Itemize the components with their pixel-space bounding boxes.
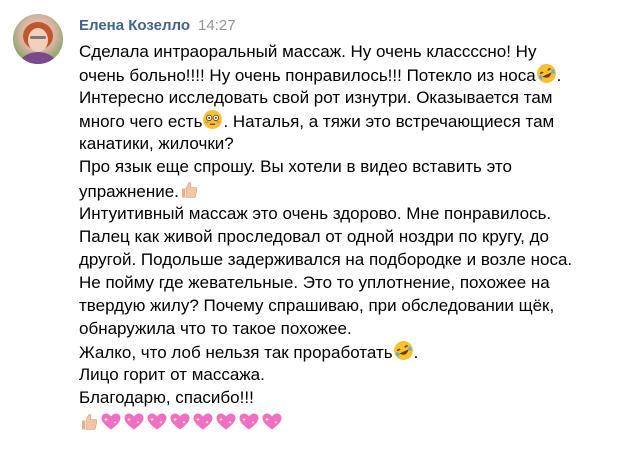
author-name[interactable]: Елена Козелло — [79, 17, 190, 34]
avatar[interactable] — [13, 14, 63, 64]
message-line: канатики, жилочки? — [79, 132, 609, 155]
message-line: много чего есть . Наталья, а тяжи это вс… — [79, 109, 609, 132]
message-line: обнаружила что то такое похожее. — [79, 317, 609, 340]
sparkling-heart-emoji — [100, 411, 122, 432]
message-line-text: очень больно!!!! Ну очень понравилось!!!… — [79, 66, 536, 86]
message-line-text: Интуитивный массаж это очень здорово. Мн… — [79, 203, 552, 223]
message-line-text: много чего есть — [79, 112, 203, 132]
message-line: другой. Подольше задерживался на подборо… — [79, 248, 609, 271]
message-line: очень больно!!!! Ну очень понравилось!!!… — [79, 63, 609, 86]
rolling-on-floor-laughing-emoji — [393, 340, 414, 361]
sparkling-heart-emoji — [123, 411, 145, 432]
message-line-text: . Наталья, а тяжи это встречающиеся там — [223, 112, 555, 132]
message-line: Жалко, что лоб нельзя так проработать . — [79, 340, 609, 363]
post-header: Елена Козелло 14:27 — [79, 16, 236, 36]
message-line-text: Благодарю, спасибо!!! — [79, 388, 254, 408]
message-line: упражнение. — [79, 179, 609, 202]
message-line-text: твердую жилу? Почему спрашиваю, при обсл… — [79, 296, 555, 316]
message-line-text: Лицо горит от массажа. — [79, 365, 265, 385]
message-line: Лицо горит от массажа. — [79, 363, 609, 386]
thumbs-up-emoji — [79, 411, 99, 432]
rolling-on-floor-laughing-emoji — [536, 63, 557, 84]
sparkling-heart-emoji — [261, 411, 283, 432]
message-line-text: Палец как живой проследовал от одной ноз… — [79, 226, 549, 246]
message-line-text: . — [556, 66, 562, 86]
message-line-text: Сделала интраоральный массаж. Ну очень к… — [79, 42, 537, 61]
message-line-text: Интересно исследовать свой рот изнутри. … — [79, 88, 553, 108]
message-line: твердую жилу? Почему спрашиваю, при обсл… — [79, 294, 609, 317]
message-line: Интересно исследовать свой рот изнутри. … — [79, 86, 609, 109]
message-line: Про язык еще спрошу. Вы хотели в видео в… — [79, 155, 609, 178]
message-line: Палец как живой проследовал от одной ноз… — [79, 225, 609, 248]
sparkling-heart-emoji — [238, 411, 260, 432]
post-time[interactable]: 14:27 — [198, 17, 236, 34]
emoji-row — [79, 410, 609, 433]
message-line-text: Не пойму где жевательные. Это то уплотне… — [79, 272, 550, 292]
message-line-text: обнаружила что то такое похожее. — [79, 319, 352, 339]
message-line: Сделала интраоральный массаж. Ну очень к… — [79, 40, 609, 63]
flushed-face-emoji — [202, 109, 223, 130]
message-line-text: Про язык еще спрошу. Вы хотели в видео в… — [79, 157, 512, 177]
message-text: Сделала интраоральный массаж. Ну очень к… — [79, 40, 609, 433]
message-line-text: другой. Подольше задерживался на подборо… — [79, 249, 573, 269]
message-line: Не пойму где жевательные. Это то уплотне… — [79, 271, 609, 294]
message-line: Интуитивный массаж это очень здорово. Мн… — [79, 202, 609, 225]
message-line-text: упражнение. — [79, 181, 179, 201]
sparkling-heart-emoji — [192, 411, 214, 432]
thumbs-up-emoji — [179, 179, 199, 200]
sparkling-heart-emoji — [169, 411, 191, 432]
message-line: Благодарю, спасибо!!! — [79, 386, 609, 409]
message-line-text: канатики, жилочки? — [79, 134, 234, 154]
sparkling-heart-emoji — [215, 411, 237, 432]
message-line-text: . — [413, 343, 419, 363]
sparkling-heart-emoji — [146, 411, 168, 432]
message-line-text: Жалко, что лоб нельзя так проработать — [79, 343, 393, 363]
